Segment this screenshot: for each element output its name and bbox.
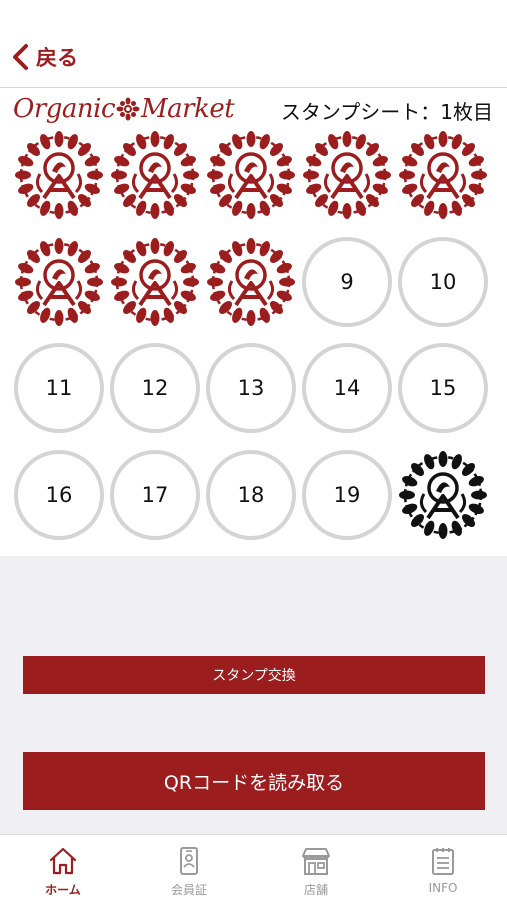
flower-emblem-icon <box>116 97 140 121</box>
stamp-slot-filled <box>206 237 296 327</box>
stamp-slot-empty: 15 <box>398 343 488 433</box>
stamp-slot-number: 18 <box>237 482 265 507</box>
stamp-slot-empty: 19 <box>302 449 392 540</box>
stamp-slot-circle: 17 <box>110 449 200 540</box>
stamp-mark-icon <box>15 237 103 326</box>
stamp-slot-number: 9 <box>340 269 354 294</box>
stamp-mark-icon <box>303 131 391 219</box>
logo-text-right: Market <box>141 94 235 124</box>
stamp-slot-circle: 19 <box>302 449 392 540</box>
stamp-slot-number: 19 <box>333 482 361 507</box>
stamp-mark-icon <box>207 131 295 219</box>
stamp-slot-number: 13 <box>237 376 265 400</box>
stamp-slot-number: 12 <box>141 376 169 400</box>
stamp-slot-empty: 10 <box>398 236 488 327</box>
stamp-slot-empty: 16 <box>14 449 104 540</box>
stamp-slot-circle: 12 <box>110 343 200 433</box>
tab-store[interactable]: 店舗 <box>253 835 379 901</box>
tab-store-label: 店舗 <box>303 883 328 897</box>
stamp-slot-number: 14 <box>333 376 361 400</box>
stamp-slot-number: 10 <box>429 269 457 294</box>
stamp-slot-number: 15 <box>429 376 457 400</box>
tab-member-card-label: 会員証 <box>170 883 207 897</box>
stamp-slot-empty: 11 <box>14 343 104 433</box>
stamp-slot-circle: 14 <box>302 343 392 433</box>
organic-market-logo: Organic Market <box>13 90 235 128</box>
stamp-slot-circle: 11 <box>14 343 104 433</box>
stamp-slot-number: 11 <box>45 376 73 400</box>
home-icon <box>49 847 77 875</box>
stamp-slot-empty: 18 <box>206 449 296 540</box>
stamp-slot-filled <box>398 450 488 540</box>
stamp-slot-filled <box>398 130 488 220</box>
store-icon <box>302 848 330 875</box>
stamp-mark-icon <box>399 131 487 219</box>
brand-row: Organic Market スタンプシート：1枚目 <box>0 88 507 132</box>
back-button[interactable]: 戻る <box>10 40 78 74</box>
stamp-slot-filled <box>14 130 104 220</box>
stamp-mark-icon <box>111 131 199 219</box>
tab-member-card[interactable]: 会員証 <box>126 835 252 901</box>
stamp-exchange-button[interactable]: スタンプ交換 <box>23 656 485 694</box>
stamp-slot-circle: 18 <box>206 449 296 540</box>
stamp-mark-icon <box>15 131 103 219</box>
stamp-slot-filled <box>206 130 296 220</box>
stamp-slot-empty: 9 <box>302 236 392 327</box>
stamp-slot-filled <box>110 130 200 220</box>
back-label: 戻る <box>36 46 78 70</box>
stamp-slot-empty: 17 <box>110 449 200 540</box>
info-document-icon <box>432 848 454 875</box>
header: 戻る <box>0 0 507 88</box>
stamp-slot-number: 17 <box>141 482 169 507</box>
stamp-slot-filled <box>302 130 392 220</box>
stamp-mark-icon <box>207 237 295 326</box>
stamp-sheet-title: スタンプシート：1枚目 <box>280 100 493 124</box>
stamp-slot-circle: 10 <box>398 236 488 327</box>
stamp-slot-filled <box>110 237 200 327</box>
stamp-slot-number: 16 <box>45 482 73 507</box>
stamp-mark-icon <box>111 237 199 326</box>
tab-home-label: ホーム <box>45 883 81 897</box>
stamp-slot-circle: 15 <box>398 343 488 433</box>
tab-home[interactable]: ホーム <box>0 835 126 901</box>
stamp-slot-empty: 12 <box>110 343 200 433</box>
qr-scan-button[interactable]: QRコードを読み取る <box>23 752 485 810</box>
stamp-slot-empty: 14 <box>302 343 392 433</box>
logo-text-left: Organic <box>13 94 116 124</box>
stamp-slot-empty: 13 <box>206 343 296 433</box>
tab-info[interactable]: INFO <box>380 835 506 901</box>
stamp-slot-circle: 13 <box>206 343 296 433</box>
stamp-mark-black-icon <box>399 450 487 539</box>
stamp-slot-filled <box>14 237 104 327</box>
tab-bar: ホーム 会員証 店舗 INFO <box>0 834 507 901</box>
chevron-left-icon <box>13 44 28 70</box>
stamp-slot-circle: 16 <box>14 449 104 540</box>
stamp-slot-circle: 9 <box>302 236 392 327</box>
tab-info-label: INFO <box>428 881 458 895</box>
member-card-icon <box>180 847 198 875</box>
